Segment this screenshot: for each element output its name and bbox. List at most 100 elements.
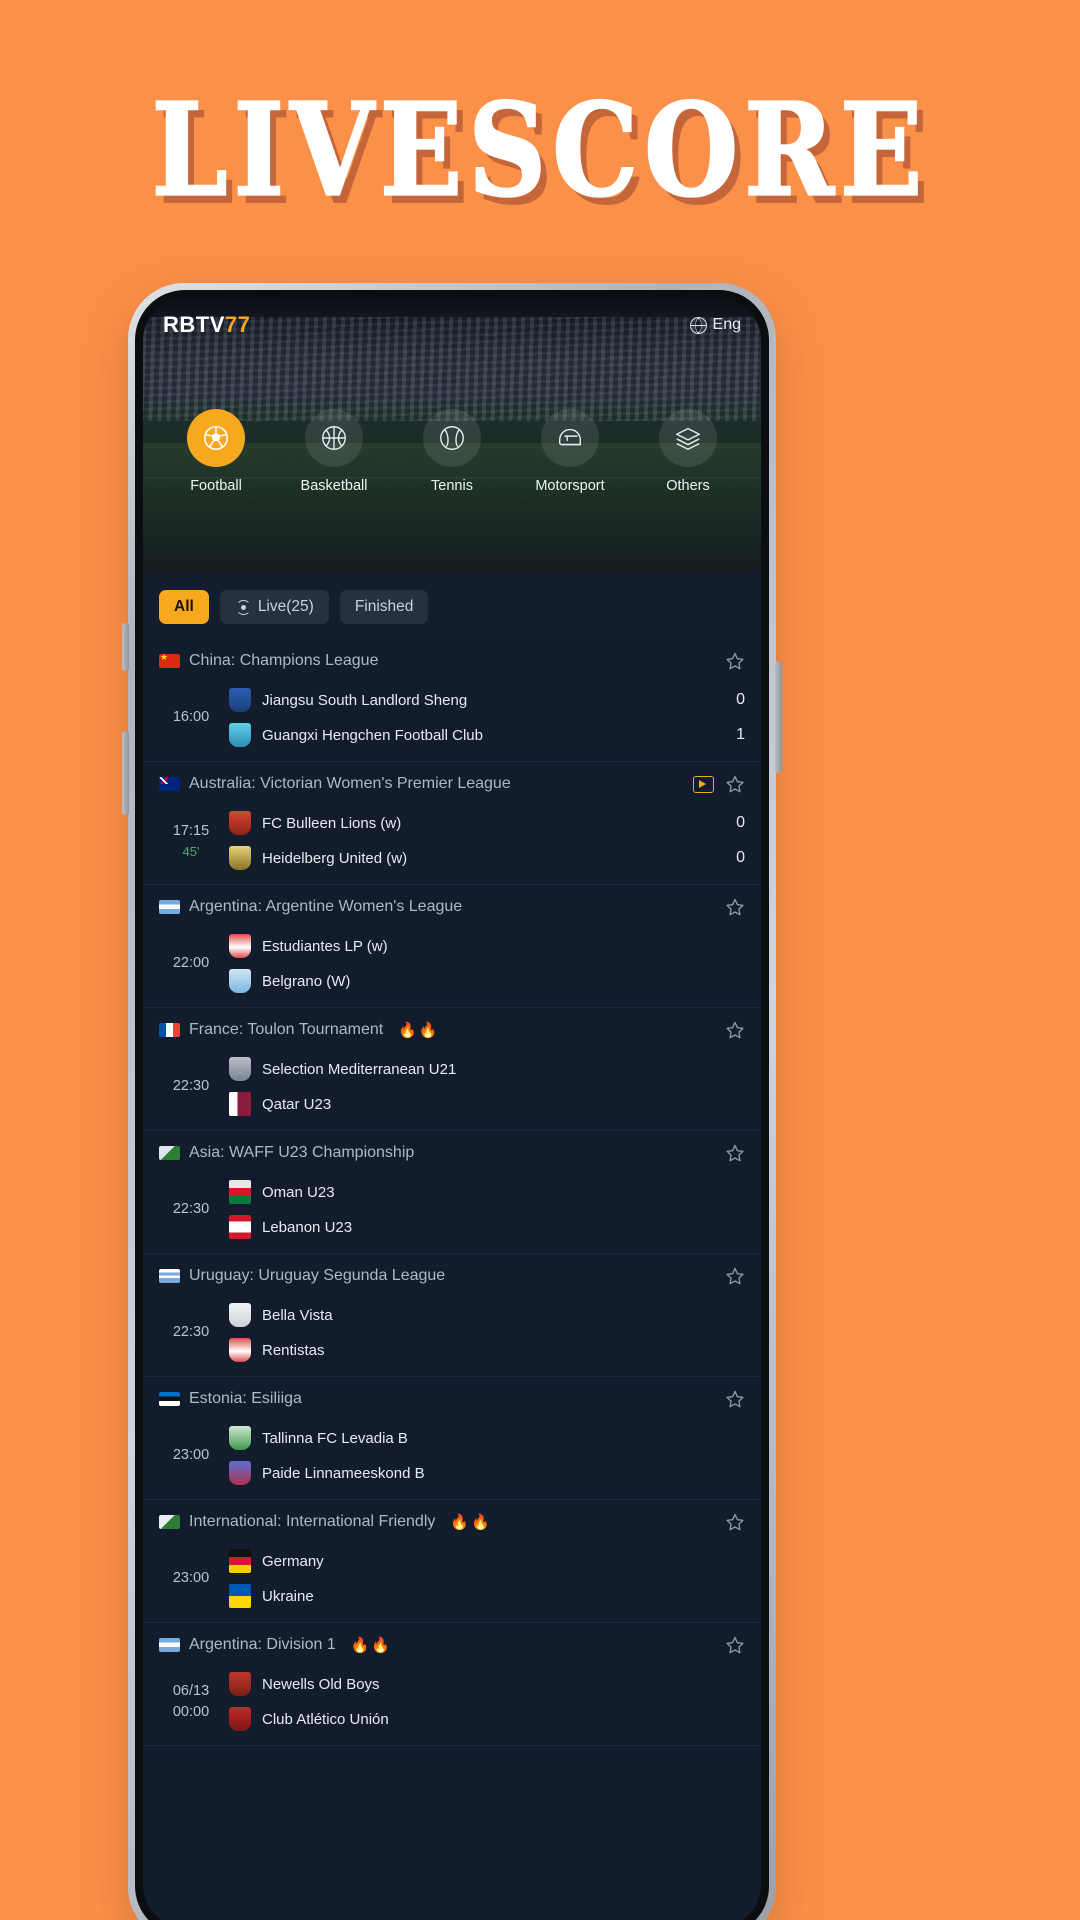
league-name: Asia: WAFF U23 Championship — [189, 1144, 415, 1161]
team-name: Bella Vista — [262, 1306, 333, 1324]
match-row[interactable]: 23:00 Germany Ukraine — [143, 1543, 761, 1622]
match-time: 22:30 — [172, 1201, 210, 1218]
match-time: 22:00 — [172, 955, 210, 972]
team-name: Guangxi Hengchen Football Club — [262, 726, 483, 744]
match-row[interactable]: 22:30 Selection Mediterranean U21 Qatar U2… — [143, 1051, 761, 1130]
match-time: 16:00 — [172, 709, 210, 726]
league-section: Australia: Victorian Women's Premier Lea… — [143, 762, 761, 885]
home-team: Jiangsu South Landlord Sheng — [229, 688, 705, 712]
match-row[interactable]: 17:15 45' FC Bulleen Lions (w) Heidelberg U… — [143, 805, 761, 884]
match-time-block: 22:30 — [159, 1200, 223, 1218]
sport-tab-label: Others — [666, 478, 710, 494]
phone-screen: RBTV77 Eng Football Basketball Tennis Mo… — [143, 299, 761, 1920]
match-row[interactable]: 22:30 Bella Vista Rentistas — [143, 1297, 761, 1376]
league-header[interactable]: Uruguay: Uruguay Segunda League — [143, 1254, 761, 1297]
favorite-star-icon[interactable] — [725, 1512, 745, 1532]
match-row[interactable]: 16:00 Jiangsu South Landlord Sheng Guangxi… — [143, 682, 761, 761]
volume-up-button[interactable] — [122, 623, 129, 671]
away-team: Guangxi Hengchen Football Club — [229, 723, 705, 747]
match-teams: Selection Mediterranean U21 Qatar U23 — [223, 1057, 705, 1116]
basketball-icon — [305, 409, 363, 467]
favorite-star-icon[interactable] — [725, 774, 745, 794]
volume-down-button[interactable] — [122, 731, 129, 815]
league-header-actions — [725, 1266, 745, 1286]
league-name: Uruguay: Uruguay Segunda League — [189, 1267, 446, 1284]
league-header[interactable]: France: Toulon Tournament 🔥🔥 — [143, 1008, 761, 1051]
sports-nav: Football Basketball Tennis Motorsport Ot… — [143, 409, 761, 494]
match-scores — [705, 1573, 745, 1584]
favorite-star-icon[interactable] — [725, 1635, 745, 1655]
match-scores — [705, 1696, 745, 1707]
team-badge-icon — [229, 1672, 251, 1696]
sport-tab-label: Basketball — [300, 478, 368, 494]
match-scores — [705, 1081, 745, 1092]
away-team: Paide Linnameeskond B — [229, 1461, 705, 1485]
league-header[interactable]: China: Champions League — [143, 639, 761, 682]
league-header[interactable]: Estonia: Esiliiga — [143, 1377, 761, 1420]
hot-fire-icon: 🔥🔥 — [398, 1022, 440, 1039]
team-name: Rentistas — [262, 1341, 325, 1359]
match-minute: 45' — [182, 843, 200, 859]
favorite-star-icon[interactable] — [725, 1266, 745, 1286]
filter-chip-all[interactable]: All — [159, 590, 209, 624]
filter-chip-finished[interactable]: Finished — [339, 590, 429, 624]
match-time: 23:00 — [172, 1570, 210, 1587]
team-badge-icon — [229, 1057, 251, 1081]
favorite-star-icon[interactable] — [725, 1143, 745, 1163]
league-header-actions — [725, 651, 745, 671]
filter-chip-live[interactable]: Live(25) — [219, 590, 329, 624]
app-logo[interactable]: RBTV77 — [163, 312, 250, 338]
sport-tab-motorsport[interactable]: Motorsport — [522, 409, 618, 494]
match-row[interactable]: 22:00 Estudiantes LP (w) Belgrano (W) — [143, 928, 761, 1007]
league-section: Estonia: Esiliiga 23:00 Tallinna FC Levadi… — [143, 1377, 761, 1500]
favorite-star-icon[interactable] — [725, 897, 745, 917]
match-teams: Tallinna FC Levadia B Paide Linnameeskond… — [223, 1426, 705, 1485]
league-header[interactable]: International: International Friendly 🔥🔥 — [143, 1500, 761, 1543]
match-list-container[interactable]: All Live(25) Finished China: Champions L… — [143, 573, 761, 1920]
favorite-star-icon[interactable] — [725, 651, 745, 671]
favorite-star-icon[interactable] — [725, 1020, 745, 1040]
power-button[interactable] — [775, 661, 782, 773]
sport-tab-tennis[interactable]: Tennis — [404, 409, 500, 494]
league-header[interactable]: Argentina: Division 1 🔥🔥 — [143, 1623, 761, 1666]
away-team: Qatar U23 — [229, 1092, 705, 1116]
language-selector[interactable]: Eng — [689, 316, 741, 334]
league-header-actions — [725, 1635, 745, 1655]
phone-bezel: RBTV77 Eng Football Basketball Tennis Mo… — [135, 290, 769, 1920]
league-name: Estonia: Esiliiga — [189, 1390, 302, 1407]
home-team: Tallinna FC Levadia B — [229, 1426, 705, 1450]
league-header-actions — [725, 1512, 745, 1532]
sport-tab-basketball[interactable]: Basketball — [286, 409, 382, 494]
live-stream-icon[interactable] — [693, 775, 714, 793]
football-icon — [187, 409, 245, 467]
team-name: Heidelberg United (w) — [262, 849, 408, 867]
away-score: 0 — [736, 849, 745, 866]
match-scores — [705, 1204, 745, 1215]
league-header[interactable]: Australia: Victorian Women's Premier Lea… — [143, 762, 761, 805]
away-team: Ukraine — [229, 1584, 705, 1608]
page-title: LIVESCORE — [151, 75, 929, 226]
team-name: Estudiantes LP (w) — [262, 937, 388, 955]
match-row[interactable]: 22:30 Oman U23 Lebanon U23 — [143, 1174, 761, 1253]
country-flag-icon — [159, 1269, 180, 1283]
league-name: France: Toulon Tournament — [189, 1021, 384, 1038]
league-header-actions — [693, 774, 745, 794]
league-header[interactable]: Argentina: Argentine Women's League — [143, 885, 761, 928]
league-header[interactable]: Asia: WAFF U23 Championship — [143, 1131, 761, 1174]
sport-tab-others[interactable]: Others — [640, 409, 736, 494]
away-team: Club Atlético Unión — [229, 1707, 705, 1731]
country-flag-icon — [159, 1392, 180, 1406]
match-teams: FC Bulleen Lions (w) Heidelberg United (w… — [223, 811, 705, 870]
league-sections: China: Champions League 16:00 Jiangsu Sout… — [143, 639, 761, 1746]
team-name: Belgrano (W) — [262, 972, 351, 990]
league-section: Argentina: Division 1 🔥🔥 06/13 00:00 Newells… — [143, 1623, 761, 1746]
match-teams: Germany Ukraine — [223, 1549, 705, 1608]
match-row[interactable]: 06/13 00:00 Newells Old Boys Club Atlético … — [143, 1666, 761, 1745]
team-badge-icon — [229, 1338, 251, 1362]
league-name: Australia: Victorian Women's Premier Lea… — [189, 775, 511, 792]
team-name: Lebanon U23 — [262, 1218, 353, 1236]
home-team: Germany — [229, 1549, 705, 1573]
match-row[interactable]: 23:00 Tallinna FC Levadia B Paide Linnamee… — [143, 1420, 761, 1499]
favorite-star-icon[interactable] — [725, 1389, 745, 1409]
sport-tab-football[interactable]: Football — [168, 409, 264, 494]
